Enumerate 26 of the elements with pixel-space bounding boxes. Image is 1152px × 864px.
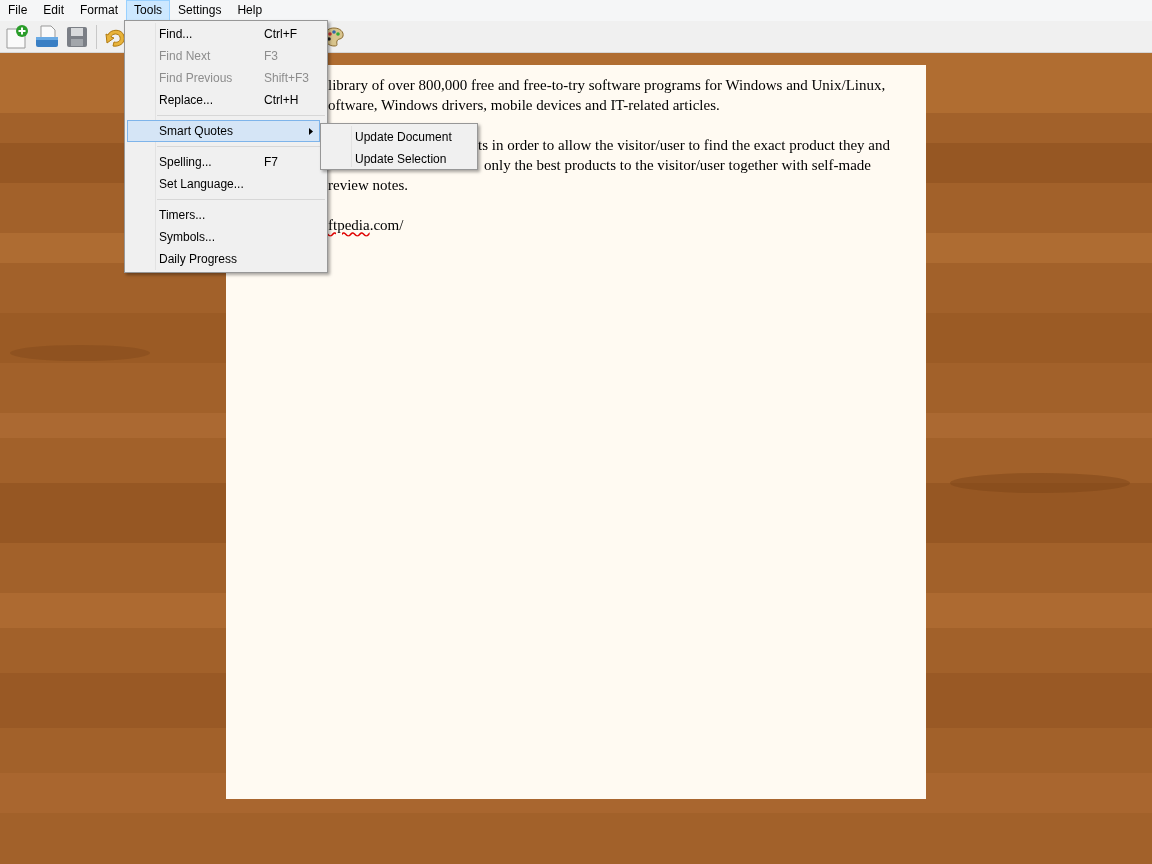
menu-item[interactable]: Find... Ctrl+F xyxy=(127,23,320,45)
menu-item[interactable]: Symbols... xyxy=(127,226,320,248)
menu-bar-item[interactable]: File xyxy=(0,0,36,21)
text-line: oftware, Windows drivers, mobile devices and IT-related articles. xyxy=(328,97,720,113)
menu-item[interactable]: Replace... Ctrl+H xyxy=(127,89,320,111)
menu-item[interactable]: Update Selection xyxy=(323,148,473,170)
menu-bar-item[interactable]: Format xyxy=(72,0,127,21)
text-line: library of over 800,000 free and free-to-try software programs for Windows and Unix/Linux, xyxy=(328,77,886,93)
submenu-arrow-icon xyxy=(309,128,313,135)
text-line: only the best products to the visitor/user together with self-made xyxy=(484,157,871,173)
menu-item[interactable]: Spelling... F7 xyxy=(127,151,320,173)
text-line: .com/ xyxy=(369,217,404,233)
menu-bar-item[interactable]: Settings xyxy=(170,0,230,21)
submenu-item[interactable]: Smart Quotes xyxy=(127,120,320,142)
menu-bar-item[interactable]: Tools xyxy=(126,0,171,21)
new-document-icon[interactable] xyxy=(4,23,30,50)
printer-icon[interactable] xyxy=(34,23,60,50)
text-line: review notes. xyxy=(328,177,408,193)
menu-item[interactable]: Update Document xyxy=(323,126,473,148)
text-line: ts in order to allow the visitor/user to find the exact product they and xyxy=(478,137,890,153)
misspelled-word: ftpedia xyxy=(328,217,370,233)
menu-bar-item[interactable]: Edit xyxy=(35,0,73,21)
menu-item[interactable]: Set Language... xyxy=(127,173,320,195)
menu-bar-item[interactable]: Help xyxy=(229,0,271,21)
menu-item[interactable]: Timers... xyxy=(127,204,320,226)
menu-item[interactable]: Daily Progress xyxy=(127,248,320,270)
